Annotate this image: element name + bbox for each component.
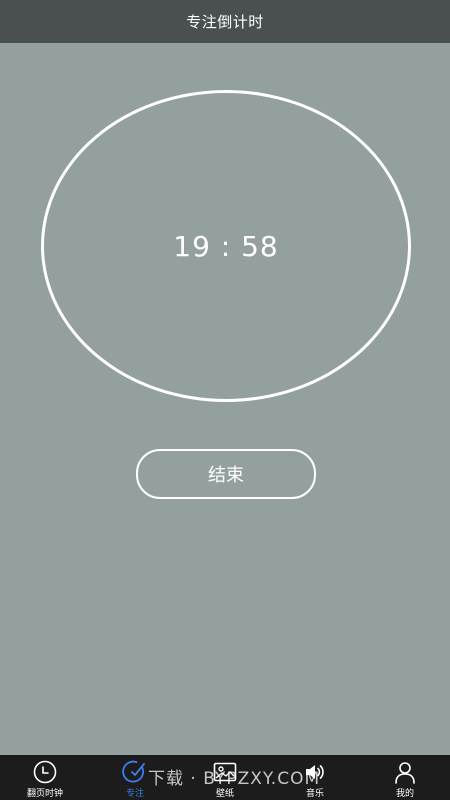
tab-label: 我的 <box>395 789 414 799</box>
tab-label: 壁纸 <box>215 789 234 799</box>
end-button[interactable]: 结束 <box>136 449 316 499</box>
end-button-label: 结束 <box>208 465 244 486</box>
user-icon <box>391 759 419 785</box>
title-bar: 专注倒计时 <box>0 0 450 43</box>
page-title: 专注倒计时 <box>186 13 264 31</box>
tab-label: 专注 <box>125 789 144 799</box>
speaker-icon <box>301 759 329 785</box>
tab-profile[interactable]: 我的 <box>360 755 450 800</box>
countdown-display: 19 : 58 <box>173 229 279 263</box>
focus-icon <box>121 759 149 785</box>
tab-label: 翻页时钟 <box>26 789 63 799</box>
tab-music[interactable]: 音乐 <box>270 755 360 800</box>
countdown-ring: 19 : 58 <box>41 90 411 402</box>
bottom-tab-bar: 翻页时钟 专注 壁纸 音乐 我的 <box>0 755 450 800</box>
tab-focus[interactable]: 专注 <box>90 755 180 800</box>
tab-wallpaper[interactable]: 壁纸 <box>180 755 270 800</box>
clock-icon <box>31 759 59 785</box>
image-icon <box>211 759 239 785</box>
tab-label: 音乐 <box>305 789 324 799</box>
tab-flip-clock[interactable]: 翻页时钟 <box>0 755 90 800</box>
